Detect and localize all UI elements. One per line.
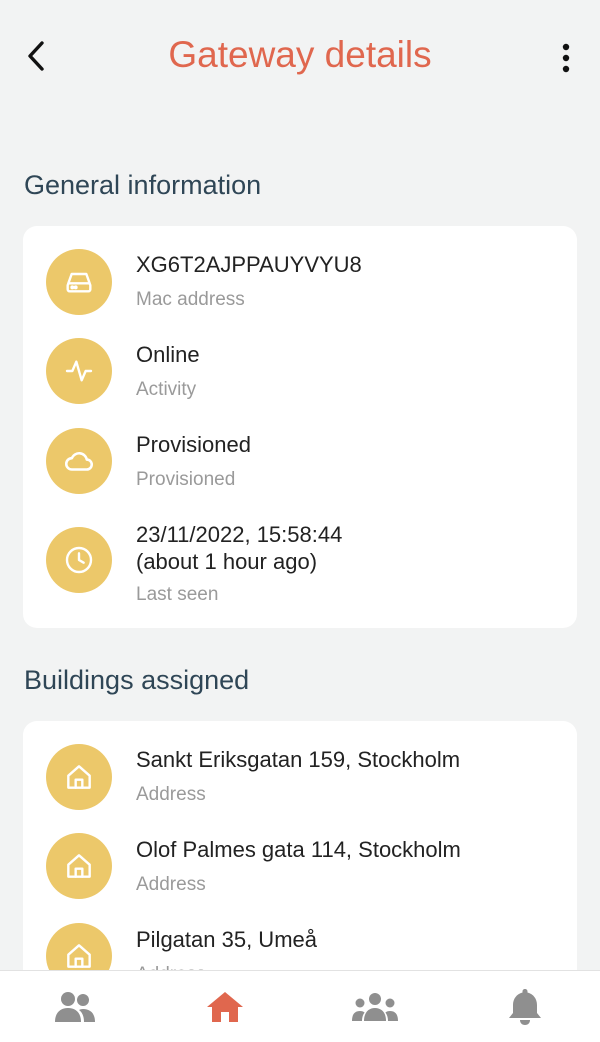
general-info-heading: General information — [24, 170, 262, 200]
activity-icon-circle — [46, 338, 112, 404]
provisioned-value: Provisioned — [136, 432, 251, 457]
building-address: Olof Palmes gata 114, Stockholm — [136, 837, 461, 862]
tab-group[interactable] — [300, 971, 450, 1042]
clock-icon — [65, 546, 93, 574]
last-seen-icon-circle — [46, 527, 112, 593]
mac-address-label: Mac address — [136, 289, 245, 310]
more-options-button[interactable] — [548, 38, 584, 78]
last-seen-value: 23/11/2022, 15:58:44 — [136, 522, 343, 547]
activity-pulse-icon — [65, 360, 93, 382]
buildings-heading: Buildings assigned — [24, 665, 250, 695]
building-address-label: Address — [136, 784, 206, 805]
group-icon — [352, 992, 398, 1021]
home-icon — [67, 944, 91, 968]
mac-address-value: XG6T2AJPPAUYVYU8 — [136, 252, 362, 277]
provisioned-icon-circle — [46, 428, 112, 494]
building-address-label: Address — [136, 874, 206, 895]
building-address: Pilgatan 35, Umeå — [136, 927, 317, 952]
activity-label: Activity — [136, 379, 197, 400]
mac-address-row: XG6T2AJPPAUYVYU8 Mac address — [23, 226, 577, 316]
provisioned-label: Provisioned — [136, 469, 236, 490]
people-icon — [55, 991, 95, 1022]
bottom-tab-bar — [0, 970, 600, 1042]
activity-row: Online Activity — [23, 326, 577, 416]
tab-home[interactable] — [150, 971, 300, 1042]
last-seen-relative: (about 1 hour ago) — [136, 549, 318, 574]
last-seen-label: Last seen — [136, 584, 219, 605]
general-info-card: XG6T2AJPPAUYVYU8 Mac address Online Acti… — [23, 226, 577, 628]
home-icon — [207, 991, 243, 1022]
cloud-icon — [65, 452, 93, 471]
building-icon-circle — [46, 833, 112, 899]
building-icon-circle — [46, 744, 112, 810]
more-vertical-icon — [562, 43, 570, 73]
bell-icon — [509, 988, 541, 1025]
building-address: Sankt Eriksgatan 159, Stockholm — [136, 747, 461, 772]
page-title: Gateway details — [168, 34, 432, 75]
activity-value: Online — [136, 342, 200, 367]
building-row[interactable]: Sankt Eriksgatan 159, Stockholm Address — [23, 721, 577, 811]
app-header: Gateway details — [0, 0, 600, 115]
home-icon — [67, 854, 91, 878]
home-icon — [67, 765, 91, 789]
tab-notifications[interactable] — [450, 971, 600, 1042]
tab-people[interactable] — [0, 971, 150, 1042]
mac-icon-circle — [46, 249, 112, 315]
building-row[interactable]: Olof Palmes gata 114, Stockholm Address — [23, 821, 577, 911]
hard-drive-icon — [66, 272, 92, 293]
provisioned-row: Provisioned Provisioned — [23, 416, 577, 506]
last-seen-row: 23/11/2022, 15:58:44 (about 1 hour ago) … — [23, 506, 577, 628]
